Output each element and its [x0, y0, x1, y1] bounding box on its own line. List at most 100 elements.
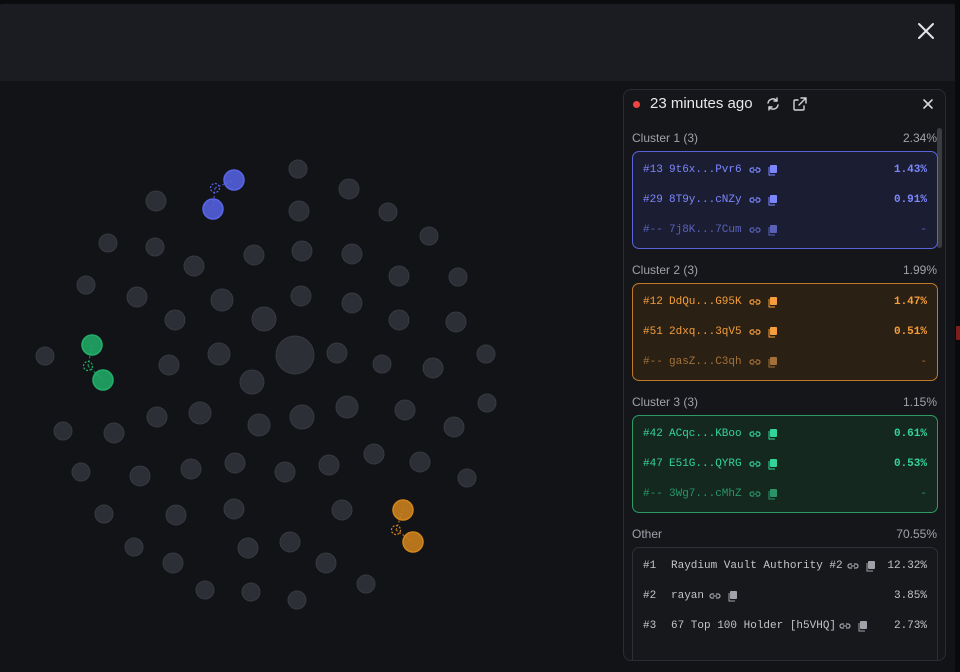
holder-bubble[interactable]: [53, 421, 73, 441]
link-icon[interactable]: [847, 560, 859, 572]
holder-bubble[interactable]: [210, 288, 234, 312]
copy-icon[interactable]: [865, 560, 877, 572]
copy-icon[interactable]: [767, 194, 779, 206]
holder-bubble[interactable]: [247, 413, 271, 437]
holder-bubble[interactable]: [241, 582, 261, 602]
holder-bubble[interactable]: [372, 354, 392, 374]
holder-bubble[interactable]: [145, 237, 165, 257]
holder-name[interactable]: Raydium Vault Authority #2: [671, 560, 843, 572]
holder-bubble[interactable]: [129, 465, 151, 487]
holder-address[interactable]: 3Wg7...cMhZ: [669, 488, 742, 500]
holder-bubble[interactable]: [409, 451, 431, 473]
holder-row[interactable]: #13 9t6x...Pvr6 1.43%: [633, 155, 937, 185]
link-icon[interactable]: [749, 356, 761, 368]
holder-bubble[interactable]: [443, 416, 465, 438]
holder-bubble[interactable]: [448, 267, 468, 287]
holder-bubble[interactable]: [207, 342, 231, 366]
holder-bubble[interactable]: [35, 346, 55, 366]
modal-close-button[interactable]: [914, 19, 938, 43]
holder-bubble[interactable]: [341, 243, 363, 265]
copy-icon[interactable]: [767, 164, 779, 176]
link-icon[interactable]: [749, 164, 761, 176]
holder-bubble[interactable]: [290, 285, 312, 307]
holder-bubble[interactable]: [239, 369, 265, 395]
holder-bubble[interactable]: [103, 422, 125, 444]
holder-bubble[interactable]: [394, 399, 416, 421]
holder-bubble[interactable]: [445, 311, 467, 333]
copy-icon[interactable]: [767, 488, 779, 500]
bubble-graph[interactable]: [0, 4, 620, 672]
holder-bubble[interactable]: [477, 393, 497, 413]
holder-row[interactable]: #51 2dxq...3qV5 0.51%: [633, 317, 937, 347]
holder-bubble[interactable]: [223, 498, 245, 520]
holder-bubble[interactable]: [287, 590, 307, 610]
holder-row[interactable]: #-- 3Wg7...cMhZ -: [633, 479, 937, 509]
refresh-button[interactable]: [765, 96, 781, 112]
copy-icon[interactable]: [767, 458, 779, 470]
holder-address[interactable]: 7j8K...7Cum: [669, 224, 742, 236]
holder-bubble[interactable]: [356, 574, 376, 594]
cluster-bubble[interactable]: [202, 198, 224, 220]
holder-bubble[interactable]: [288, 159, 308, 179]
holder-row[interactable]: #12 DdQu...G95K 1.47%: [633, 287, 937, 317]
holder-bubble[interactable]: [331, 499, 353, 521]
link-icon[interactable]: [749, 296, 761, 308]
copy-icon[interactable]: [727, 590, 739, 602]
holder-bubble[interactable]: [183, 255, 205, 277]
holder-bubble[interactable]: [279, 531, 301, 553]
cluster-bubble[interactable]: [392, 499, 414, 521]
holder-bubble[interactable]: [289, 404, 315, 430]
copy-icon[interactable]: [857, 620, 869, 632]
holder-address[interactable]: DdQu...G95K: [669, 296, 742, 308]
holder-bubble[interactable]: [378, 202, 398, 222]
holder-bubble[interactable]: [164, 309, 186, 331]
copy-icon[interactable]: [767, 428, 779, 440]
link-icon[interactable]: [749, 224, 761, 236]
holder-row[interactable]: #47 E51G...QYRG 0.53%: [633, 449, 937, 479]
link-icon[interactable]: [749, 326, 761, 338]
link-icon[interactable]: [749, 428, 761, 440]
holder-bubble[interactable]: [315, 552, 337, 574]
holder-bubble[interactable]: [341, 292, 363, 314]
holder-bubble[interactable]: [335, 395, 359, 419]
holder-bubble[interactable]: [419, 226, 439, 246]
link-icon[interactable]: [839, 620, 851, 632]
holder-row[interactable]: #3 67 Top 100 Holder [h5VHQ] 2.73%: [633, 611, 937, 641]
holder-bubble[interactable]: [288, 200, 310, 222]
copy-icon[interactable]: [767, 356, 779, 368]
holder-bubble[interactable]: [243, 244, 265, 266]
open-external-button[interactable]: [792, 96, 808, 112]
holder-address[interactable]: E51G...QYRG: [669, 458, 742, 470]
holder-bubble[interactable]: [158, 354, 180, 376]
holder-bubble[interactable]: [291, 240, 313, 262]
holder-row[interactable]: #-- 7j8K...7Cum -: [633, 215, 937, 245]
holder-bubble[interactable]: [338, 178, 360, 200]
holder-name[interactable]: 67 Top 100 Holder [h5VHQ]: [671, 620, 836, 632]
holder-address[interactable]: 2dxq...3qV5: [669, 326, 742, 338]
cluster-bubble[interactable]: [92, 369, 114, 391]
holder-address[interactable]: 8T9y...cNZy: [669, 194, 742, 206]
holder-row[interactable]: #2 rayan 3.85%: [633, 581, 937, 611]
holder-bubble[interactable]: [422, 357, 444, 379]
cluster-bubble[interactable]: [402, 531, 424, 553]
holder-bubble[interactable]: [94, 504, 114, 524]
holder-bubble[interactable]: [188, 401, 212, 425]
holder-bubble[interactable]: [274, 461, 296, 483]
holder-row[interactable]: #29 8T9y...cNZy 0.91%: [633, 185, 937, 215]
holder-bubble[interactable]: [162, 552, 184, 574]
holder-bubble[interactable]: [124, 537, 144, 557]
holder-bubble[interactable]: [237, 537, 259, 559]
cluster-bubble[interactable]: [81, 334, 103, 356]
holder-bubble[interactable]: [388, 265, 410, 287]
holder-bubble[interactable]: [476, 344, 496, 364]
holder-name[interactable]: rayan: [671, 590, 704, 602]
link-icon[interactable]: [749, 194, 761, 206]
holder-address[interactable]: ACqc...KBoo: [669, 428, 742, 440]
holder-bubble[interactable]: [145, 190, 167, 212]
link-icon[interactable]: [749, 488, 761, 500]
holder-bubble[interactable]: [224, 452, 246, 474]
holder-row[interactable]: #-- gasZ...C3qh -: [633, 347, 937, 377]
copy-icon[interactable]: [767, 296, 779, 308]
cluster-bubble[interactable]: [223, 169, 245, 191]
holder-row[interactable]: #1 Raydium Vault Authority #2 12.32%: [633, 551, 937, 581]
